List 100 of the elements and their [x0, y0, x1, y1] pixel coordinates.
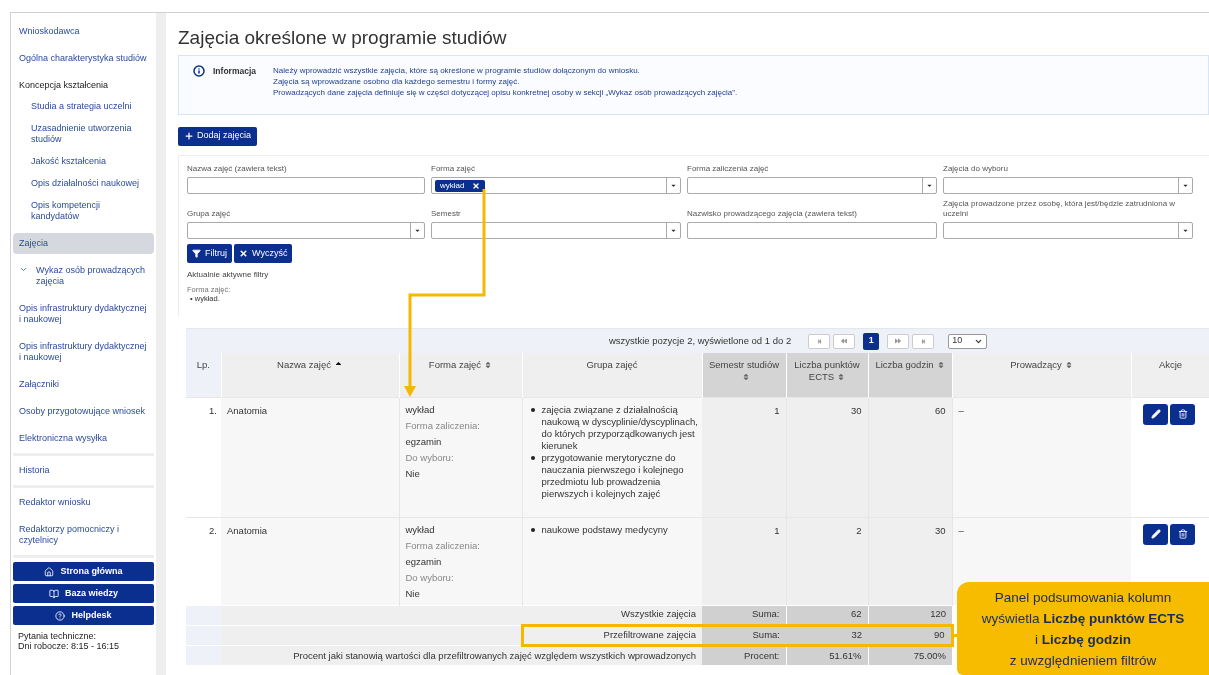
dropdown-arrow-icon[interactable] — [1182, 227, 1189, 234]
bullet-icon — [530, 527, 535, 532]
column-header[interactable]: Liczba punktów ECTS — [786, 353, 868, 397]
table-cell: 32 — [786, 625, 868, 645]
sidebar-item[interactable]: Koncepcja kształcenia — [13, 75, 154, 96]
pagination-summary: wszystkie pozycje 2, wyświetlone od 1 do 2 — [609, 333, 792, 348]
dropdown-arrow-icon[interactable] — [414, 227, 421, 234]
summary-label: Przefiltrowane zajęcia — [522, 625, 702, 645]
table-cell: Procent: — [702, 645, 786, 665]
filter-label: Zajęcia do wyboru — [943, 164, 1009, 174]
sidebar-item[interactable]: Jakość kształcenia — [13, 151, 154, 172]
dropdown-arrow-icon[interactable] — [670, 182, 677, 189]
sidebar-item[interactable]: Uzasadnienie utworzenia studiów — [13, 118, 154, 150]
column-header[interactable]: Prowadzący — [952, 353, 1131, 397]
table-cell: 2. — [186, 517, 221, 605]
table-cell: Anatomia — [221, 397, 399, 517]
summary-label: Procent jaki stanowią wartości dla przefiltrowanych zajęć względem wszystkich wprowadzonych — [221, 645, 702, 665]
dropdown-arrow-icon[interactable] — [670, 227, 677, 234]
first-page-icon — [816, 338, 822, 344]
add-course-button[interactable]: Dodaj zajęcia — [178, 126, 258, 146]
dropdown-arrow-icon[interactable] — [1182, 182, 1189, 189]
next-page-icon — [895, 338, 902, 344]
sidebar-item[interactable]: Opis infrastruktury dydaktycznej i naukowej — [13, 298, 154, 330]
table-cell: 62 — [786, 605, 868, 625]
form-value: Nie — [405, 587, 421, 600]
sidebar-item[interactable]: Załączniki — [13, 374, 154, 395]
dropdown-arrow-icon[interactable] — [926, 182, 933, 189]
close-icon — [239, 249, 248, 258]
summary-label: Wszystkie zajęcia — [221, 605, 702, 625]
form-value: wykład — [405, 523, 436, 536]
page-size-select[interactable]: 10 — [948, 333, 988, 349]
sidebar-item[interactable]: Wykaz osób prowadzących zajęcia — [13, 260, 154, 292]
column-header: Grupa zajęć — [522, 353, 702, 397]
book-icon — [49, 588, 59, 599]
edit-button[interactable] — [1143, 403, 1168, 425]
sidebar-button[interactable]: Baza wiedzy — [13, 584, 154, 603]
filter-icon — [192, 249, 201, 258]
filter-button[interactable]: Filtruj — [187, 244, 232, 263]
home-icon — [44, 566, 55, 577]
sidebar-item[interactable]: Opis kompetencji kandydatów — [13, 195, 154, 227]
sidebar-item[interactable]: Opis działalności naukowej — [13, 173, 154, 194]
sidebar-item[interactable]: Zajęcia — [13, 233, 154, 254]
filter-label: Semestr — [431, 209, 462, 219]
sidebar-item[interactable]: Studia a strategia uczelni — [13, 96, 154, 117]
course-group-text: naukowe podstawy medycyny — [541, 523, 668, 536]
table-cell: 1 — [702, 397, 786, 517]
plus-icon — [184, 131, 194, 141]
remove-icon[interactable] — [472, 181, 481, 190]
trash-icon — [1177, 409, 1188, 419]
edit-button[interactable] — [1143, 523, 1168, 545]
table-cell: 30 — [868, 517, 952, 605]
column-header[interactable]: Nazwa zajęć — [221, 353, 399, 397]
sidebar-item[interactable]: Ogólna charakterystyka studiów — [13, 48, 154, 69]
form-value: Nie — [405, 467, 421, 480]
bullet-icon — [530, 407, 535, 412]
filter-field[interactable] — [687, 222, 937, 239]
support-hours-text: Pytania techniczne: — [18, 631, 98, 641]
filter-chip[interactable]: wykład — [435, 179, 486, 192]
sidebar-item[interactable]: Osoby przygotowujące wniosek — [13, 401, 154, 422]
delete-button[interactable] — [1170, 523, 1195, 545]
column-header[interactable]: Semestr studiów — [702, 353, 786, 397]
column-header[interactable]: Forma zajęć — [399, 353, 522, 397]
previous-page-icon — [841, 338, 848, 344]
table-cell: 120 — [868, 605, 952, 625]
sidebar-item[interactable]: Elektroniczna wysyłka — [13, 428, 154, 449]
filter-select[interactable]: wykład — [431, 177, 681, 194]
sidebar-item[interactable]: Redaktor wniosku — [13, 492, 154, 513]
column-header[interactable]: Liczba godzin — [868, 353, 952, 397]
table-cell: Suma: — [702, 625, 786, 645]
sidebar-item[interactable]: Historia — [13, 460, 154, 481]
column-header: Lp. — [186, 353, 221, 397]
filter-field[interactable] — [187, 177, 425, 194]
table-cell: 1. — [186, 397, 221, 517]
table-cell: Anatomia — [221, 517, 399, 605]
course-group-text: przygotowanie merytoryczne do nauczania pierwszego i kolejnego przedmiotu lub prowadzenia pierwszych i kolejnych zajęć — [541, 451, 685, 500]
sidebar-item[interactable]: Redaktorzy pomocniczy i czytelnicy — [13, 519, 154, 551]
last-page-icon — [920, 338, 926, 344]
filter-label: Zajęcia prowadzone przez osobę, która jest/będzie zatrudniona w uczelni — [943, 199, 1177, 219]
clear-button[interactable]: Wyczyść — [234, 244, 293, 263]
filter-label: Nazwa zajęć (zawiera tekst) — [187, 164, 288, 174]
pencil-icon — [1150, 529, 1161, 539]
previous-page-button[interactable] — [833, 333, 856, 349]
sidebar-button[interactable]: Helpdesk — [13, 606, 154, 625]
support-hours-text: Dni robocze: 8:15 - 16:15 — [18, 641, 121, 651]
form-sublabel: Do wyboru: — [405, 571, 455, 584]
form-value: wykład — [405, 403, 436, 416]
sidebar-item[interactable]: Wnioskodawca — [13, 21, 154, 42]
page-button[interactable]: 1 — [863, 332, 880, 350]
column-header: Akcje — [1131, 353, 1209, 397]
help-icon — [55, 610, 66, 621]
trash-icon — [1177, 529, 1188, 539]
table-cell: – — [952, 397, 1131, 517]
delete-button[interactable] — [1170, 403, 1195, 425]
next-page-button[interactable] — [887, 333, 910, 349]
sidebar-item[interactable]: Opis infrastruktury dydaktycznej i naukowej — [13, 336, 154, 368]
sidebar-button[interactable]: Strona główna — [13, 562, 154, 581]
page-title: Zajęcia określone w programie studiów — [178, 26, 508, 50]
form-value: egzamin — [405, 555, 443, 568]
table-cell: 1 — [702, 517, 786, 605]
filter-label: Forma zaliczenia zajęć — [687, 164, 770, 174]
